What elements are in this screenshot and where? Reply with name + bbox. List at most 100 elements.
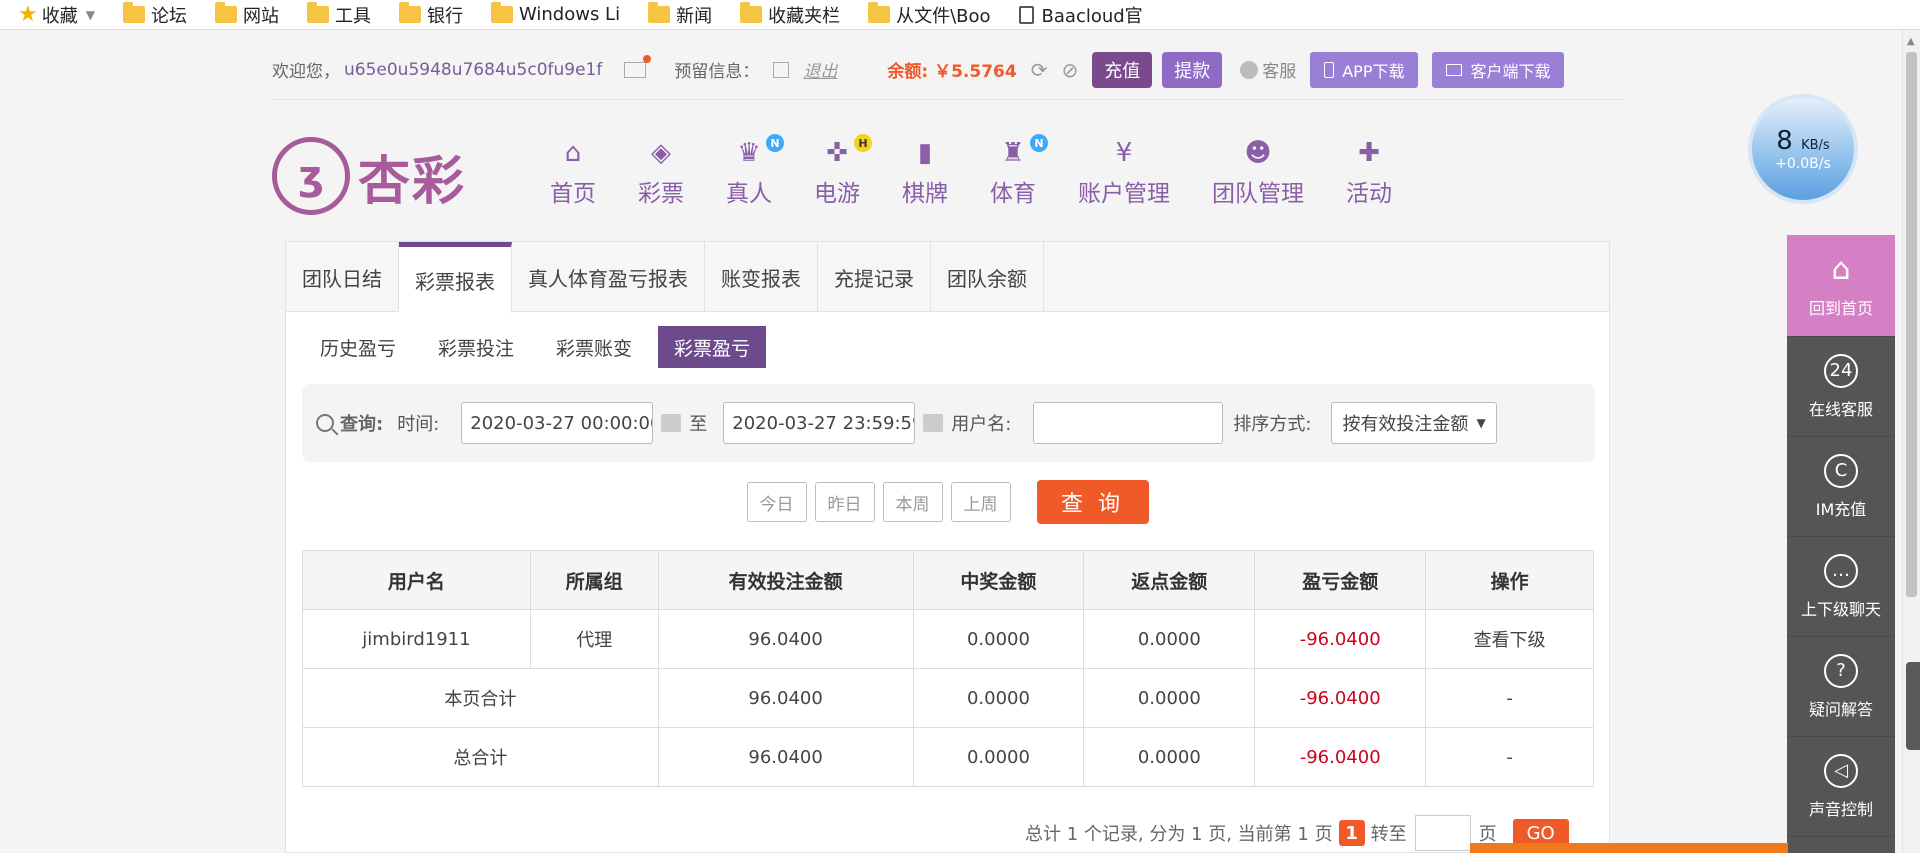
username-label: 用户名:	[951, 414, 1012, 435]
sidebar-item-online-service[interactable]: 24 在线客服	[1787, 337, 1895, 437]
customer-service-link[interactable]: 客服	[1240, 57, 1296, 82]
monitor-icon	[1446, 63, 1463, 76]
nav-item-cards[interactable]: ▮ 棋牌	[902, 138, 948, 218]
refresh-icon[interactable]: ⟳	[1031, 58, 1048, 82]
cell-win: 0.0000	[912, 727, 1085, 787]
bookmark-folder-news[interactable]: 新闻	[648, 2, 712, 28]
bookmark-folder-favbar[interactable]: 收藏夹栏	[740, 2, 840, 28]
scroll-up-icon[interactable]: ▲	[1907, 36, 1915, 47]
goto-page-input[interactable]	[1414, 815, 1471, 851]
subtab-lottery-bets[interactable]: 彩票投注	[422, 326, 530, 368]
folder-icon	[740, 2, 763, 23]
tab-team-balance[interactable]: 团队余额	[931, 242, 1044, 312]
sort-value: 按有效投注金额	[1342, 414, 1469, 435]
bookmark-folder-sites[interactable]: 网站	[214, 2, 279, 28]
sidebar-item-home[interactable]: ⌂ 回到首页	[1787, 235, 1895, 337]
tab-lottery-report[interactable]: 彩票报表	[399, 242, 512, 313]
site-logo[interactable]: ʒ 杏彩	[272, 134, 472, 218]
nav-item-sports[interactable]: ♜ N 体育	[990, 134, 1048, 218]
sidebar-item-im-recharge[interactable]: C IM充值	[1787, 437, 1895, 537]
star-icon: ★	[18, 2, 38, 27]
hide-eye-icon[interactable]: ⊘	[1061, 58, 1078, 82]
nav-item-account[interactable]: ¥ 账户管理	[1078, 138, 1170, 218]
calendar-icon[interactable]	[661, 414, 682, 432]
tab-live-sports-report[interactable]: 真人体育盈亏报表	[512, 242, 705, 312]
nav-label: 彩票	[638, 181, 684, 207]
cell-profit: -96.0400	[1254, 668, 1427, 728]
nav-label: 体育	[990, 181, 1036, 207]
subtab-history-profit[interactable]: 历史盈亏	[304, 326, 412, 368]
sidebar-label: 上下级聊天	[1800, 599, 1881, 619]
logout-link[interactable]: 退出	[803, 57, 837, 82]
main-nav: ⌂ 首页 ◈ 彩票 ♛ N 真人 ✜ H 电游 ▮ 棋牌 ♜ N 体育 ¥ 账户…	[550, 134, 1434, 218]
mail-icon[interactable]	[624, 54, 652, 78]
goto-label: 转至	[1370, 824, 1407, 845]
sort-select[interactable]: 按有效投注金额 ▼	[1331, 402, 1497, 444]
tab-team-daily[interactable]: 团队日结	[286, 242, 399, 312]
recharge-button[interactable]: 充值	[1092, 51, 1153, 88]
network-speed-widget[interactable]: 8 KB/s +0.0B/s	[1748, 94, 1858, 204]
cell-username: jimbird1911	[302, 609, 531, 669]
sidebar-item-sound[interactable]: ◁ 声音控制	[1787, 737, 1895, 837]
pager-summary: 总计 1 个记录, 分为 1 页, 当前第 1 页	[1025, 824, 1333, 845]
nav-item-team[interactable]: ☻ 团队管理	[1212, 138, 1304, 218]
bottom-notice-bar[interactable]	[1470, 843, 1788, 853]
subtab-lottery-profit[interactable]: 彩票盈亏	[658, 326, 767, 368]
to-label: 至	[689, 414, 708, 435]
nav-item-live[interactable]: ♛ N 真人	[726, 134, 784, 218]
bookmark-label: Baacloud官	[1041, 5, 1143, 27]
today-button[interactable]: 今日	[746, 482, 807, 522]
this-week-button[interactable]: 本周	[882, 482, 943, 522]
sidebar-item-faq[interactable]: ? 疑问解答	[1787, 637, 1895, 737]
col-action: 操作	[1425, 550, 1594, 610]
bookmark-label: 银行	[426, 5, 463, 27]
report-tabs: 团队日结 彩票报表 真人体育盈亏报表 账变报表 充提记录 团队余额	[286, 242, 1609, 313]
team-icon: ☻	[1244, 138, 1272, 168]
cell-rebate: 0.0000	[1083, 609, 1256, 669]
edit-icon[interactable]	[773, 61, 790, 78]
bookmark-folder-tools[interactable]: 工具	[306, 2, 371, 28]
bookmark-folder-bank[interactable]: 银行	[398, 2, 463, 28]
view-subordinates-link[interactable]: 查看下级	[1425, 609, 1594, 669]
bookmark-favorites[interactable]: ★ 收藏 ▼	[18, 2, 95, 28]
ticket-icon: ◈	[651, 138, 671, 168]
grand-total-label: 总合计	[302, 727, 659, 787]
phone-icon	[1324, 61, 1335, 78]
edge-handle[interactable]	[1906, 662, 1920, 750]
bookmark-folder-fromfile[interactable]: 从文件\Boo	[868, 2, 991, 28]
bookmark-folder-forum[interactable]: 论坛	[122, 2, 187, 28]
client-download-button[interactable]: 客户端下载	[1432, 51, 1565, 88]
username-input[interactable]	[1033, 402, 1224, 444]
tab-balance-change[interactable]: 账变报表	[705, 242, 818, 312]
end-time-input[interactable]: 2020-03-27 23:59:59	[723, 402, 916, 444]
bookmark-baacloud[interactable]: Baacloud官	[1018, 2, 1143, 28]
subtab-lottery-changes[interactable]: 彩票账变	[540, 326, 648, 368]
current-page[interactable]: 1	[1338, 820, 1365, 846]
bookmark-folder-windows[interactable]: Windows Li	[490, 2, 620, 25]
folder-icon	[306, 2, 329, 23]
scrollbar-thumb[interactable]	[1906, 52, 1917, 597]
app-download-button[interactable]: APP下载	[1310, 51, 1419, 88]
nav-item-lottery[interactable]: ◈ 彩票	[638, 138, 684, 218]
cell-profit: -96.0400	[1254, 727, 1427, 787]
tab-deposit-withdraw[interactable]: 充提记录	[818, 242, 931, 312]
withdraw-button[interactable]: 提款	[1162, 51, 1223, 88]
nav-item-events[interactable]: ✚ 活动	[1346, 138, 1392, 218]
sidebar-item-chat[interactable]: … 上下级聊天	[1787, 537, 1895, 637]
report-panel: 团队日结 彩票报表 真人体育盈亏报表 账变报表 充提记录 团队余额 历史盈亏 彩…	[285, 241, 1610, 853]
cell-valid-bet: 96.0400	[657, 609, 914, 669]
col-rebate: 返点金额	[1083, 550, 1256, 610]
start-time-input[interactable]: 2020-03-27 00:00:00	[461, 402, 654, 444]
dealer-icon: ♛	[737, 138, 761, 168]
search-button[interactable]: 查 询	[1036, 480, 1149, 524]
nav-item-home[interactable]: ⌂ 首页	[550, 138, 596, 218]
nav-item-egames[interactable]: ✜ H 电游	[814, 134, 872, 218]
time-label: 时间:	[397, 414, 440, 435]
yesterday-button[interactable]: 昨日	[814, 482, 875, 522]
col-username: 用户名	[302, 550, 531, 610]
calendar-icon[interactable]	[923, 414, 944, 432]
cell-valid-bet: 96.0400	[657, 727, 914, 787]
col-group: 所属组	[529, 550, 659, 610]
last-week-button[interactable]: 上周	[950, 482, 1011, 522]
chevron-down-icon: ▼	[85, 7, 95, 22]
